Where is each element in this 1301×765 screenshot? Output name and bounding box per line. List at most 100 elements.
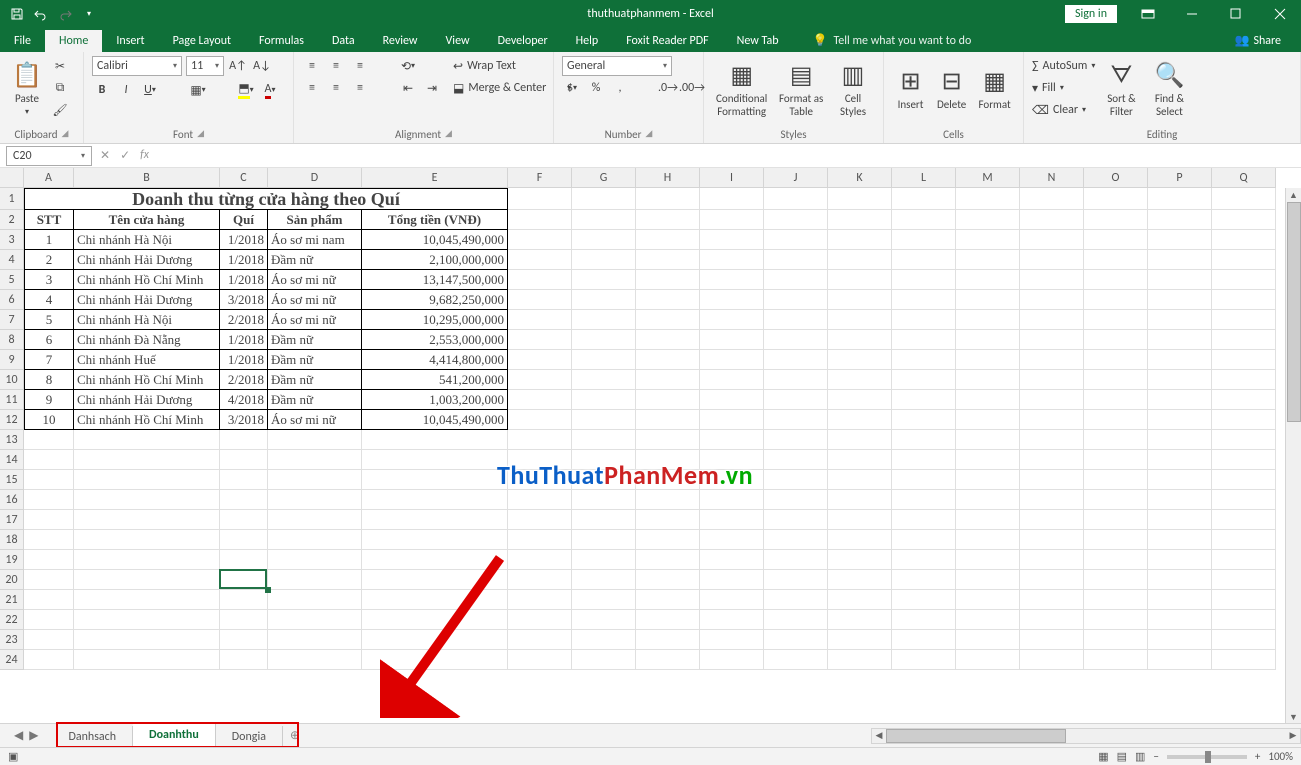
- cell[interactable]: [1020, 210, 1084, 230]
- cell[interactable]: [1148, 210, 1212, 230]
- cell[interactable]: [956, 390, 1020, 410]
- cell[interactable]: [700, 290, 764, 310]
- cell[interactable]: [24, 510, 74, 530]
- row-header[interactable]: 15: [0, 470, 24, 490]
- cell[interactable]: [828, 188, 892, 210]
- cell[interactable]: [956, 490, 1020, 510]
- percent-format-icon[interactable]: %: [586, 78, 606, 98]
- cell[interactable]: [1148, 350, 1212, 370]
- table-cell[interactable]: 2,100,000,000: [362, 250, 508, 270]
- clear-button[interactable]: ⌫Clear▾: [1032, 100, 1095, 120]
- table-title[interactable]: Doanh thu từng cửa hàng theo Quí: [24, 188, 508, 210]
- table-cell[interactable]: 4: [24, 290, 74, 310]
- cell[interactable]: [956, 630, 1020, 650]
- cell[interactable]: [1212, 350, 1276, 370]
- cell[interactable]: [508, 570, 572, 590]
- table-cell[interactable]: 9: [24, 390, 74, 410]
- maximize-icon[interactable]: [1215, 0, 1257, 28]
- cell[interactable]: [508, 550, 572, 570]
- cell[interactable]: [572, 370, 636, 390]
- cell[interactable]: [1148, 410, 1212, 430]
- cell[interactable]: [700, 570, 764, 590]
- cell[interactable]: [828, 450, 892, 470]
- scroll-up-icon[interactable]: ▲: [1286, 188, 1301, 202]
- cell[interactable]: [956, 330, 1020, 350]
- cell[interactable]: [956, 370, 1020, 390]
- tab-data[interactable]: Data: [318, 30, 369, 52]
- formula-input[interactable]: [157, 146, 1301, 166]
- cut-icon[interactable]: ✂: [50, 56, 70, 76]
- cell[interactable]: [572, 290, 636, 310]
- row-header[interactable]: 24: [0, 650, 24, 670]
- clipboard-launcher-icon[interactable]: ◢: [62, 128, 69, 141]
- cell[interactable]: [764, 410, 828, 430]
- cell[interactable]: [572, 230, 636, 250]
- align-right-icon[interactable]: ≡: [350, 78, 370, 98]
- cell[interactable]: [764, 290, 828, 310]
- cell[interactable]: [636, 590, 700, 610]
- cell[interactable]: [636, 530, 700, 550]
- cell[interactable]: [828, 550, 892, 570]
- cell[interactable]: [636, 410, 700, 430]
- cell[interactable]: [572, 650, 636, 670]
- cell[interactable]: [1020, 490, 1084, 510]
- table-cell[interactable]: 10: [24, 410, 74, 430]
- row-header[interactable]: 5: [0, 270, 24, 290]
- tab-foxit[interactable]: Foxit Reader PDF: [612, 30, 722, 52]
- minimize-icon[interactable]: [1171, 0, 1213, 28]
- cell[interactable]: [1212, 590, 1276, 610]
- cell[interactable]: [1148, 270, 1212, 290]
- cell[interactable]: [572, 490, 636, 510]
- cell[interactable]: [636, 290, 700, 310]
- tab-formulas[interactable]: Formulas: [245, 30, 318, 52]
- cell[interactable]: [1212, 630, 1276, 650]
- cell[interactable]: [24, 530, 74, 550]
- horizontal-scrollbar[interactable]: ◀ ▶: [871, 728, 1301, 744]
- cell[interactable]: [74, 510, 220, 530]
- cell[interactable]: [764, 470, 828, 490]
- cell[interactable]: [828, 330, 892, 350]
- row-header[interactable]: 17: [0, 510, 24, 530]
- cell[interactable]: [268, 450, 362, 470]
- cell[interactable]: [700, 250, 764, 270]
- cell[interactable]: [24, 570, 74, 590]
- align-center-icon[interactable]: ≡: [326, 78, 346, 98]
- cell[interactable]: [764, 650, 828, 670]
- cell[interactable]: [764, 350, 828, 370]
- cell[interactable]: [828, 350, 892, 370]
- cell[interactable]: [572, 570, 636, 590]
- cell[interactable]: [1148, 250, 1212, 270]
- table-header[interactable]: Tổng tiền (VNĐ): [362, 210, 508, 230]
- cell[interactable]: [572, 590, 636, 610]
- cell[interactable]: [268, 430, 362, 450]
- cell[interactable]: [508, 610, 572, 630]
- tab-page-layout[interactable]: Page Layout: [159, 30, 245, 52]
- font-launcher-icon[interactable]: ◢: [197, 128, 204, 141]
- cell[interactable]: [700, 330, 764, 350]
- cell[interactable]: [892, 630, 956, 650]
- table-cell[interactable]: Chi nhánh Hải Dương: [74, 290, 220, 310]
- column-header[interactable]: C: [220, 168, 268, 188]
- cell[interactable]: [636, 630, 700, 650]
- cell[interactable]: [1148, 470, 1212, 490]
- cell[interactable]: [1084, 310, 1148, 330]
- cell[interactable]: [828, 490, 892, 510]
- cell[interactable]: [1148, 370, 1212, 390]
- column-header[interactable]: J: [764, 168, 828, 188]
- row-header[interactable]: 13: [0, 430, 24, 450]
- cell[interactable]: [892, 510, 956, 530]
- table-cell[interactable]: 6: [24, 330, 74, 350]
- cell[interactable]: [24, 590, 74, 610]
- cell[interactable]: [1148, 430, 1212, 450]
- cell[interactable]: [828, 630, 892, 650]
- cell[interactable]: [956, 310, 1020, 330]
- sheet-nav-next-icon[interactable]: ▶: [29, 728, 38, 743]
- accounting-format-icon[interactable]: $▾: [562, 78, 582, 98]
- cell[interactable]: [1084, 470, 1148, 490]
- cell[interactable]: [1084, 188, 1148, 210]
- cell[interactable]: [1020, 390, 1084, 410]
- cell[interactable]: [268, 610, 362, 630]
- table-cell[interactable]: 1/2018: [220, 270, 268, 290]
- cell[interactable]: [362, 430, 508, 450]
- tab-developer[interactable]: Developer: [484, 30, 562, 52]
